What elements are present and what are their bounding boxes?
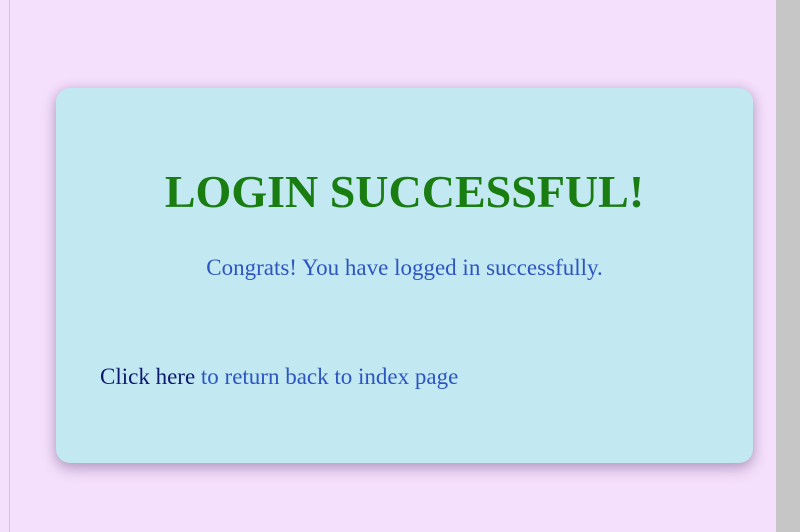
return-prompt: Click here to return back to index page (100, 363, 458, 391)
window-left-edge (0, 0, 10, 532)
return-prompt-text: to return back to index page (195, 364, 459, 389)
success-message: Congrats! You have logged in successfull… (206, 255, 603, 280)
vertical-scrollbar[interactable] (776, 0, 800, 532)
page-title: LOGIN SUCCESSFUL! (164, 166, 645, 217)
login-success-card: LOGIN SUCCESSFUL! Congrats! You have log… (56, 88, 753, 463)
click-here-link[interactable]: Click here (100, 364, 195, 389)
page-background: LOGIN SUCCESSFUL! Congrats! You have log… (10, 0, 776, 532)
